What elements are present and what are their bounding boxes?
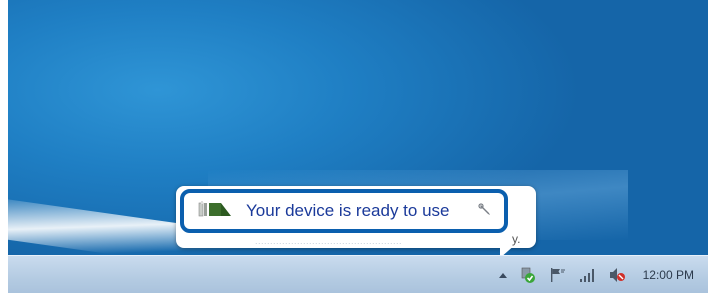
flag-icon[interactable] [549, 264, 567, 286]
notification-subtext: ........................................… [255, 236, 403, 246]
system-tray: 12:00 PM [493, 256, 708, 293]
show-hidden-icons-arrow [498, 272, 507, 278]
notification-message: Your device is ready to use [246, 201, 450, 220]
device-ready-icon[interactable] [519, 264, 537, 286]
volume-muted-icon[interactable] [609, 264, 627, 286]
device-icon [198, 200, 232, 223]
notification-highlight-box[interactable]: Your device is ready to use [180, 189, 508, 233]
balloon-trailing-text: y. [512, 232, 521, 246]
taskbar-clock[interactable]: 12:00 PM [643, 268, 694, 282]
taskbar: 12:00 PM [8, 255, 708, 293]
show-hidden-icons-button[interactable] [498, 264, 507, 286]
signal-bars-icon[interactable] [579, 264, 597, 286]
wrench-icon [478, 203, 492, 222]
screen: y. .....................................… [8, 0, 708, 293]
